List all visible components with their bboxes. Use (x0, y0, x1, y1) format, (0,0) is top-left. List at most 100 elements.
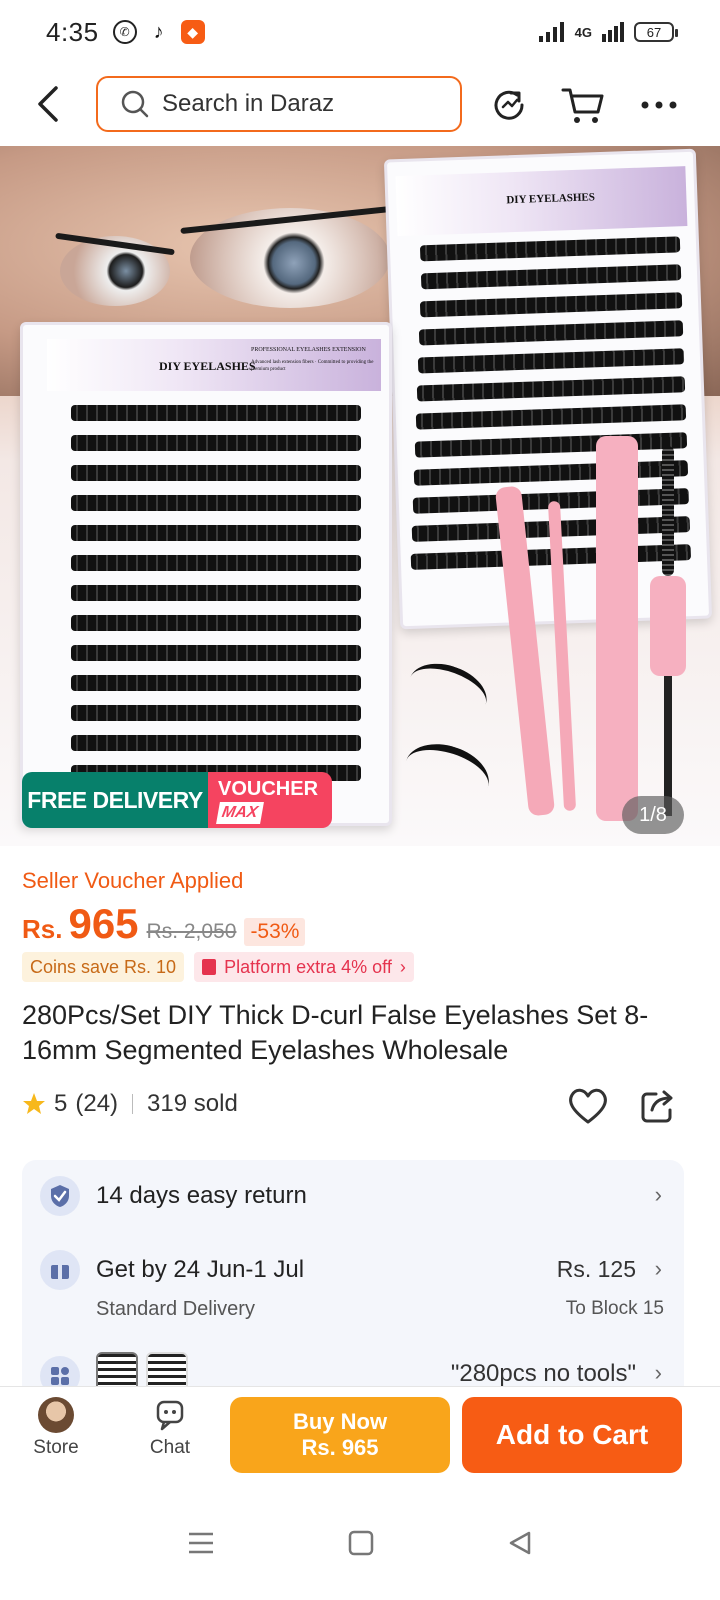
loose-lash-2 (397, 734, 497, 814)
lash-row (413, 460, 689, 486)
original-price: Rs. 2,050 (146, 920, 237, 943)
discount-badge: -53% (244, 918, 306, 946)
daraz-icon: ◆ (180, 20, 205, 44)
lash-row (71, 585, 361, 601)
lash-row (71, 435, 361, 451)
service-card: 14 days easy return › Get by 24 Jun-1 Ju… (22, 1160, 684, 1420)
search-placeholder: Search in Daraz (162, 90, 335, 117)
refresh-button[interactable] (486, 82, 532, 128)
selected-variant: "280pcs no tools" (450, 1360, 636, 1387)
divider (132, 1094, 134, 1114)
buy-now-button[interactable]: Buy Now Rs. 965 (230, 1397, 450, 1473)
lash-box-brand: DIY EYELASHES (506, 191, 596, 207)
lash-row (417, 348, 685, 374)
lash-row (71, 675, 361, 691)
platform-discount-tag[interactable]: Platform extra 4% off › (194, 952, 414, 982)
lash-row (71, 615, 361, 631)
coins-tag: Coins save Rs. 10 (22, 952, 185, 982)
lash-box-tagline: PROFESSIONAL EYELASHES EXTENSION (251, 347, 366, 353)
price-row: Rs. 965 Rs. 2,050 -53% (22, 900, 306, 948)
delivery-type: Standard Delivery (96, 1298, 255, 1320)
lash-row (419, 292, 683, 318)
sold-count: 319 sold (147, 1090, 238, 1117)
system-back-button[interactable] (507, 1530, 533, 1561)
lash-box-header: DIY EYELASHES (395, 166, 688, 237)
rating-row[interactable]: 5 (24) 319 sold (22, 1090, 238, 1118)
delivery-destination: To Block 15 (565, 1298, 664, 1319)
lash-box-brand: DIY EYELASHES (159, 359, 256, 373)
chevron-left-icon (38, 86, 58, 122)
share-button[interactable] (638, 1086, 678, 1131)
status-app-icons: ✆ ♪ ◆ (112, 20, 205, 44)
lash-row (71, 525, 361, 541)
recent-apps-button[interactable] (187, 1531, 215, 1560)
free-delivery-voucher-badge: FREE DELIVERY VOUCHER MAX (22, 772, 332, 828)
mascara-stick-image (664, 676, 672, 816)
more-button[interactable] (636, 82, 682, 128)
back-button[interactable] (30, 82, 70, 126)
chevron-right-icon: › (654, 1256, 662, 1281)
buy-now-price: Rs. 965 (301, 1435, 379, 1460)
system-nav-bar (0, 1490, 720, 1600)
promo-tags: Coins save Rs. 10 Platform extra 4% off … (22, 952, 414, 982)
return-policy-label: 14 days easy return (96, 1182, 307, 1209)
voucher-max-label: VOUCHER MAX (208, 772, 332, 828)
lash-row (71, 405, 361, 421)
store-button[interactable]: Store (16, 1397, 96, 1459)
tiktok-icon: ♪ (153, 20, 164, 43)
product-title: 280Pcs/Set DIY Thick D-curl False Eyelas… (22, 1000, 649, 1065)
buy-now-label: Buy Now (292, 1409, 388, 1434)
chat-icon (156, 1400, 184, 1431)
free-delivery-label: FREE DELIVERY (22, 772, 208, 828)
lash-row (418, 320, 684, 346)
heart-icon (569, 1088, 607, 1124)
store-label: Store (33, 1437, 79, 1458)
lash-row (71, 705, 361, 721)
lash-row (415, 404, 687, 430)
share-icon (641, 1090, 673, 1123)
lash-row (71, 735, 361, 751)
lash-row (71, 555, 361, 571)
currency-label: Rs. (22, 914, 63, 944)
mascara-wand-image (650, 576, 686, 676)
search-icon (121, 90, 149, 118)
signal-icon (538, 22, 564, 42)
home-button[interactable] (348, 1530, 374, 1561)
chevron-right-icon: › (654, 1360, 662, 1385)
platform-discount-label: Platform extra 4% off (224, 956, 392, 977)
delivery-box-icon (40, 1250, 80, 1290)
wishlist-button[interactable] (566, 1086, 610, 1131)
coupon-icon (202, 959, 217, 975)
chat-button[interactable]: Chat (130, 1397, 210, 1459)
home-square-icon (348, 1530, 374, 1555)
voucher-label: VOUCHER (218, 778, 319, 800)
cart-icon (561, 88, 604, 123)
top-bar: Search in Daraz (0, 64, 720, 146)
add-to-cart-label: Add to Cart (495, 1419, 649, 1450)
lash-row (71, 645, 361, 661)
lash-row (419, 236, 681, 262)
battery-icon: 67 (634, 22, 678, 42)
status-time: 4:35 (46, 16, 99, 47)
status-right: 4G 67 (538, 22, 678, 42)
delivery-date: Get by 24 Jun-1 Jul (96, 1256, 305, 1283)
lash-row (416, 376, 686, 402)
mascara-brush-image (662, 446, 674, 576)
bottom-action-bar: Store Chat Buy Now Rs. 965 Add to Cart (0, 1386, 720, 1490)
product-image-carousel[interactable]: DIY EYELASHES DIY EYELASHES PROFESSIONAL… (0, 146, 720, 846)
loose-lash-1 (401, 653, 495, 729)
signal-icon-2 (602, 22, 624, 42)
review-count: (24) (75, 1090, 119, 1117)
status-bar: 4:35 ✆ ♪ ◆ 4G 67 (0, 0, 720, 64)
lash-row (71, 495, 361, 511)
current-price: 965 (68, 900, 139, 947)
search-input[interactable]: Search in Daraz (96, 76, 462, 132)
star-icon (23, 1093, 45, 1114)
chevron-right-icon: › (654, 1182, 662, 1207)
chevron-right-icon: › (399, 956, 406, 977)
cart-button[interactable] (560, 82, 606, 128)
image-pager: 1/8 (622, 796, 684, 834)
glue-tube-image (596, 436, 638, 821)
lash-row (420, 264, 682, 290)
add-to-cart-button[interactable]: Add to Cart (462, 1397, 682, 1473)
